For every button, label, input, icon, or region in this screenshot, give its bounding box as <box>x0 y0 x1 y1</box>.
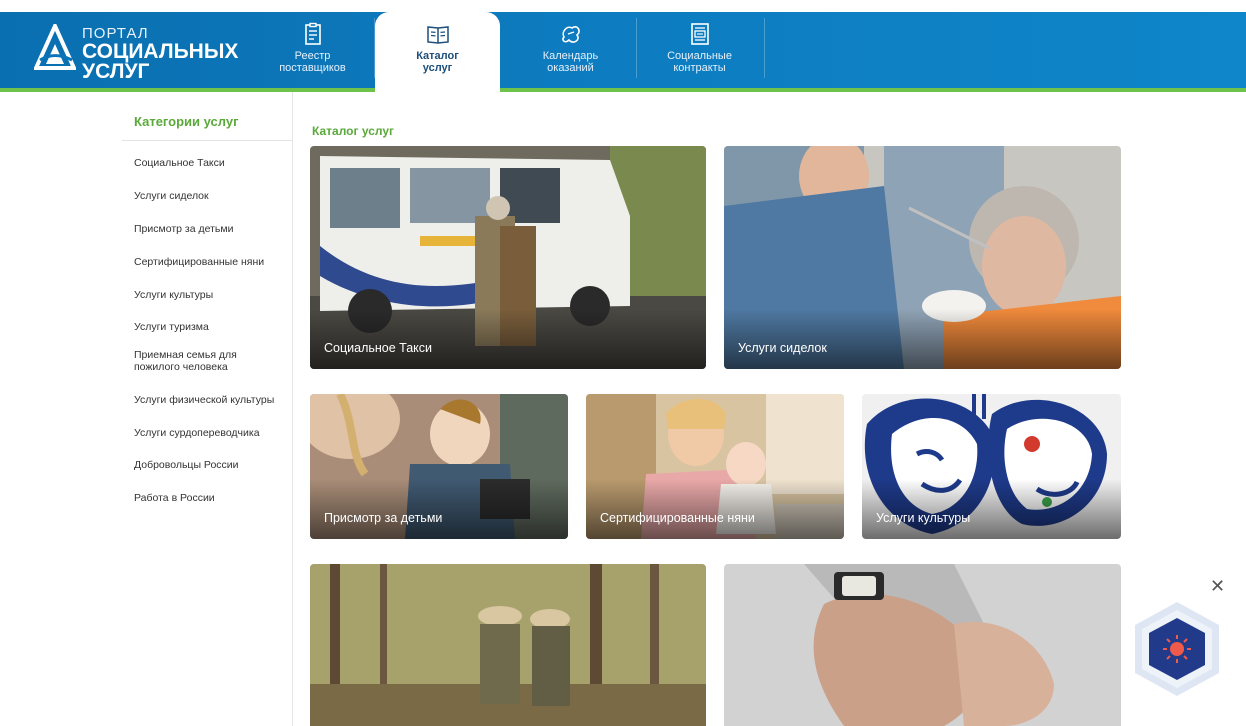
nav-item-calendar[interactable]: Календарь оказаний <box>508 12 633 88</box>
logo-emblem-icon <box>34 24 76 70</box>
card-certified-nannies[interactable]: Сертифицированные няни <box>586 394 844 539</box>
nav-item-contracts[interactable]: Социальные контракты <box>637 12 762 88</box>
card-shade <box>310 479 568 539</box>
sidebar-title: Категории услуг <box>134 114 239 129</box>
book-icon <box>426 26 449 44</box>
sidebar-item-foster-family[interactable]: Приемная семья для пожилого человека <box>134 349 254 373</box>
sidebar-item-tourism[interactable]: Услуги туризма <box>134 321 284 333</box>
category-sidebar: Категории услуг Социальное Такси Услуги … <box>108 92 293 726</box>
nav-registry-label-1: Реестр <box>294 50 331 62</box>
card-shade <box>586 479 844 539</box>
card-shade <box>862 479 1121 539</box>
sidebar-item-volunteers[interactable]: Добровольцы России <box>134 459 284 471</box>
sidebar-item-childcare[interactable]: Присмотр за детьми <box>134 223 284 235</box>
contract-icon <box>690 23 709 45</box>
sidebar-item-sign-language[interactable]: Услуги сурдопереводчика <box>134 427 284 439</box>
registry-icon <box>304 22 321 45</box>
elderly-hands-photo <box>724 564 1121 726</box>
nav-catalog-label-1: Каталог <box>416 50 459 62</box>
calendar-icon <box>561 26 580 43</box>
nav-contracts-label-1: Социальные <box>667 50 732 62</box>
sidebar-divider <box>122 140 292 141</box>
assistant-sun-icon <box>1135 602 1219 696</box>
card-caption: Услуги сиделок <box>738 341 827 355</box>
sidebar-item-caregivers[interactable]: Услуги сиделок <box>134 190 284 202</box>
card-shade <box>724 309 1121 369</box>
card-caption: Присмотр за детьми <box>324 511 443 525</box>
tourism-photo <box>310 564 706 726</box>
card-tourism[interactable] <box>310 564 706 726</box>
nav-calendar-label-1: Календарь <box>542 50 599 62</box>
assistant-widget-button[interactable] <box>1128 600 1226 698</box>
nav-calendar-label-2: оказаний <box>547 62 594 74</box>
card-caption: Социальное Такси <box>324 341 433 355</box>
nav-item-registry[interactable]: Реестр поставщиков <box>250 12 375 88</box>
card-culture[interactable]: Услуги культуры <box>862 394 1121 539</box>
logo-line-3: УСЛУГ <box>82 60 150 83</box>
card-caregivers[interactable]: Услуги сиделок <box>724 146 1121 369</box>
nav-contracts-label-2: контракты <box>673 62 726 74</box>
nav-separator <box>764 18 765 78</box>
sidebar-item-certified-nannies[interactable]: Сертифицированные няни <box>134 256 284 268</box>
card-elderly-care[interactable] <box>724 564 1121 726</box>
sidebar-item-physical-culture[interactable]: Услуги физической культуры <box>134 394 284 406</box>
close-icon[interactable]: ✕ <box>1210 576 1225 597</box>
nav-registry-label-2: поставщиков <box>279 62 346 74</box>
card-childcare[interactable]: Присмотр за детьми <box>310 394 568 539</box>
card-caption: Сертифицированные няни <box>600 511 755 525</box>
sidebar-item-jobs[interactable]: Работа в России <box>134 492 284 504</box>
portal-logo[interactable]: ПОРТАЛ СОЦИАЛЬНЫХ УСЛУГ <box>34 20 244 83</box>
nav-catalog-label-2: услуг <box>422 62 453 74</box>
sidebar-item-social-taxi[interactable]: Социальное Такси <box>134 157 284 169</box>
card-social-taxi[interactable]: Социальное Такси <box>310 146 706 369</box>
catalog-title: Каталог услуг <box>312 124 395 138</box>
card-shade <box>310 309 706 369</box>
nav-item-catalog[interactable]: Каталог услуг <box>375 12 500 92</box>
header-top-band <box>0 0 1246 12</box>
card-caption: Услуги культуры <box>876 511 971 525</box>
sidebar-item-culture[interactable]: Услуги культуры <box>134 289 284 301</box>
